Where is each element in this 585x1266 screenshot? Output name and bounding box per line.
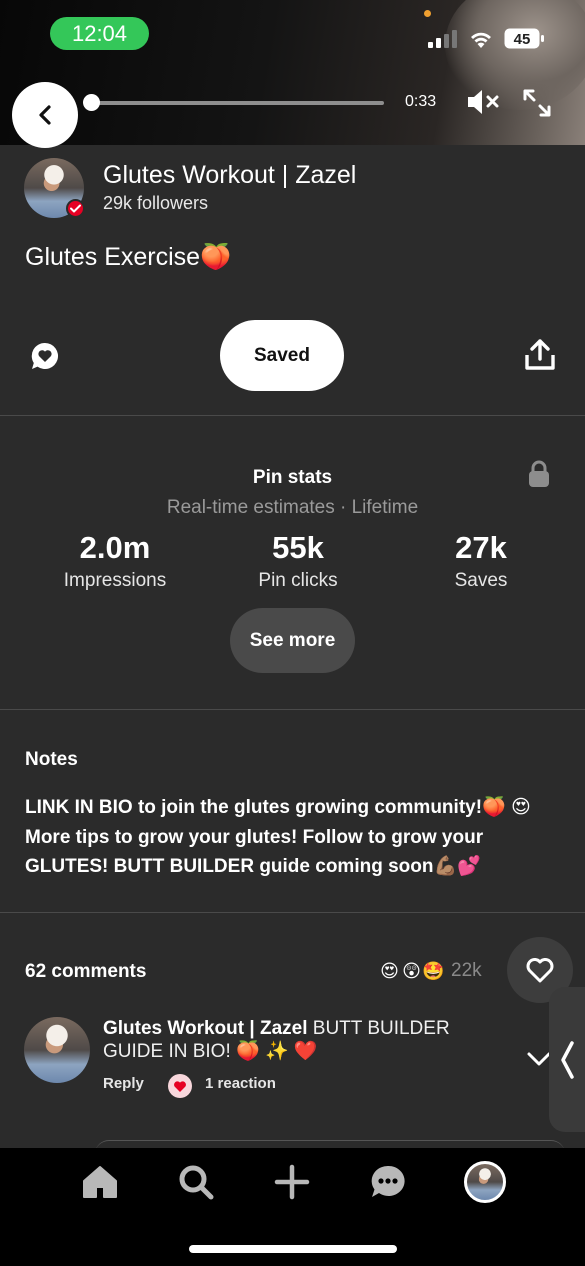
share-icon[interactable]	[524, 338, 556, 372]
stat-value: 27k	[455, 530, 507, 565]
creator-name[interactable]: Glutes Workout | Zazel	[103, 161, 356, 190]
muted-speaker-icon[interactable]	[466, 88, 500, 116]
reaction-heart-icon[interactable]	[168, 1074, 192, 1098]
divider	[0, 912, 585, 913]
back-button[interactable]	[12, 82, 78, 148]
comment-text: Glutes Workout | Zazel BUTT BUILDER GUID…	[103, 1017, 503, 1063]
saved-button[interactable]: Saved	[220, 320, 344, 391]
status-time: 12:04	[50, 17, 149, 50]
chevron-left-icon	[39, 105, 51, 125]
heart-icon	[526, 957, 554, 982]
video-elapsed-time: 0:33	[405, 93, 437, 110]
creator-followers: 29k followers	[103, 193, 209, 213]
stat-label: Pin clicks	[258, 570, 338, 591]
notes-body: LINK IN BIO to join the glutes growing c…	[25, 797, 531, 877]
messages-tab[interactable]	[368, 1162, 408, 1202]
plus-icon	[274, 1164, 310, 1200]
see-more-button[interactable]: See more	[230, 608, 355, 673]
reaction-emoji: 🤩	[422, 960, 445, 981]
search-icon	[179, 1165, 214, 1200]
pin-detail: Glutes Workout | Zazel 29k followers Glu…	[0, 145, 585, 1148]
wifi-icon	[471, 32, 491, 48]
profile-tab-avatar[interactable]	[464, 1161, 506, 1203]
messages-icon	[371, 1165, 405, 1197]
reaction-count[interactable]: 1 reaction	[205, 1075, 276, 1092]
create-tab[interactable]	[272, 1162, 312, 1202]
comment-icon[interactable]	[30, 341, 60, 371]
stat-label: Saves	[454, 570, 508, 591]
video-scrubber[interactable]	[83, 94, 100, 111]
divider	[0, 415, 585, 416]
verified-badge-icon	[66, 199, 85, 218]
chevron-left-icon	[561, 1041, 574, 1079]
pin-stats-title: Pin stats	[252, 467, 333, 488]
comment-author-avatar[interactable]	[24, 1017, 90, 1083]
pin-stats-subtitle: Real-time estimates · Lifetime	[166, 497, 419, 518]
reaction-summary[interactable]: 😍 😲 🤩 22k	[377, 957, 482, 985]
notes-title: Notes	[25, 749, 78, 770]
stat-impressions: 2.0m Impressions	[25, 530, 205, 592]
fullscreen-icon[interactable]	[521, 87, 553, 119]
stat-value: 2.0m	[79, 530, 151, 565]
privacy-indicator	[424, 10, 431, 17]
stat-value: 55k	[272, 530, 324, 565]
reaction-total: 22k	[451, 960, 482, 981]
pin-title: Glutes Exercise🍑	[25, 243, 232, 271]
divider	[0, 709, 585, 710]
battery-level: 45	[514, 31, 531, 48]
search-tab[interactable]	[176, 1162, 216, 1202]
reply-button[interactable]: Reply	[103, 1075, 144, 1092]
stat-saves: 27k Saves	[391, 530, 571, 592]
lock-icon	[529, 460, 549, 487]
home-icon	[83, 1166, 117, 1198]
home-tab[interactable]	[80, 1162, 120, 1202]
stat-label: Impressions	[63, 570, 167, 591]
battery-icon: 45	[504, 28, 544, 49]
comments-count[interactable]: 62 comments	[25, 961, 146, 983]
home-indicator	[189, 1245, 397, 1253]
bottom-nav	[0, 1148, 585, 1266]
signal-icon	[428, 30, 457, 48]
video-progress-bar[interactable]	[90, 101, 384, 105]
stat-pin-clicks: 55k Pin clicks	[208, 530, 388, 592]
comment-author[interactable]: Glutes Workout | Zazel	[103, 1018, 308, 1039]
